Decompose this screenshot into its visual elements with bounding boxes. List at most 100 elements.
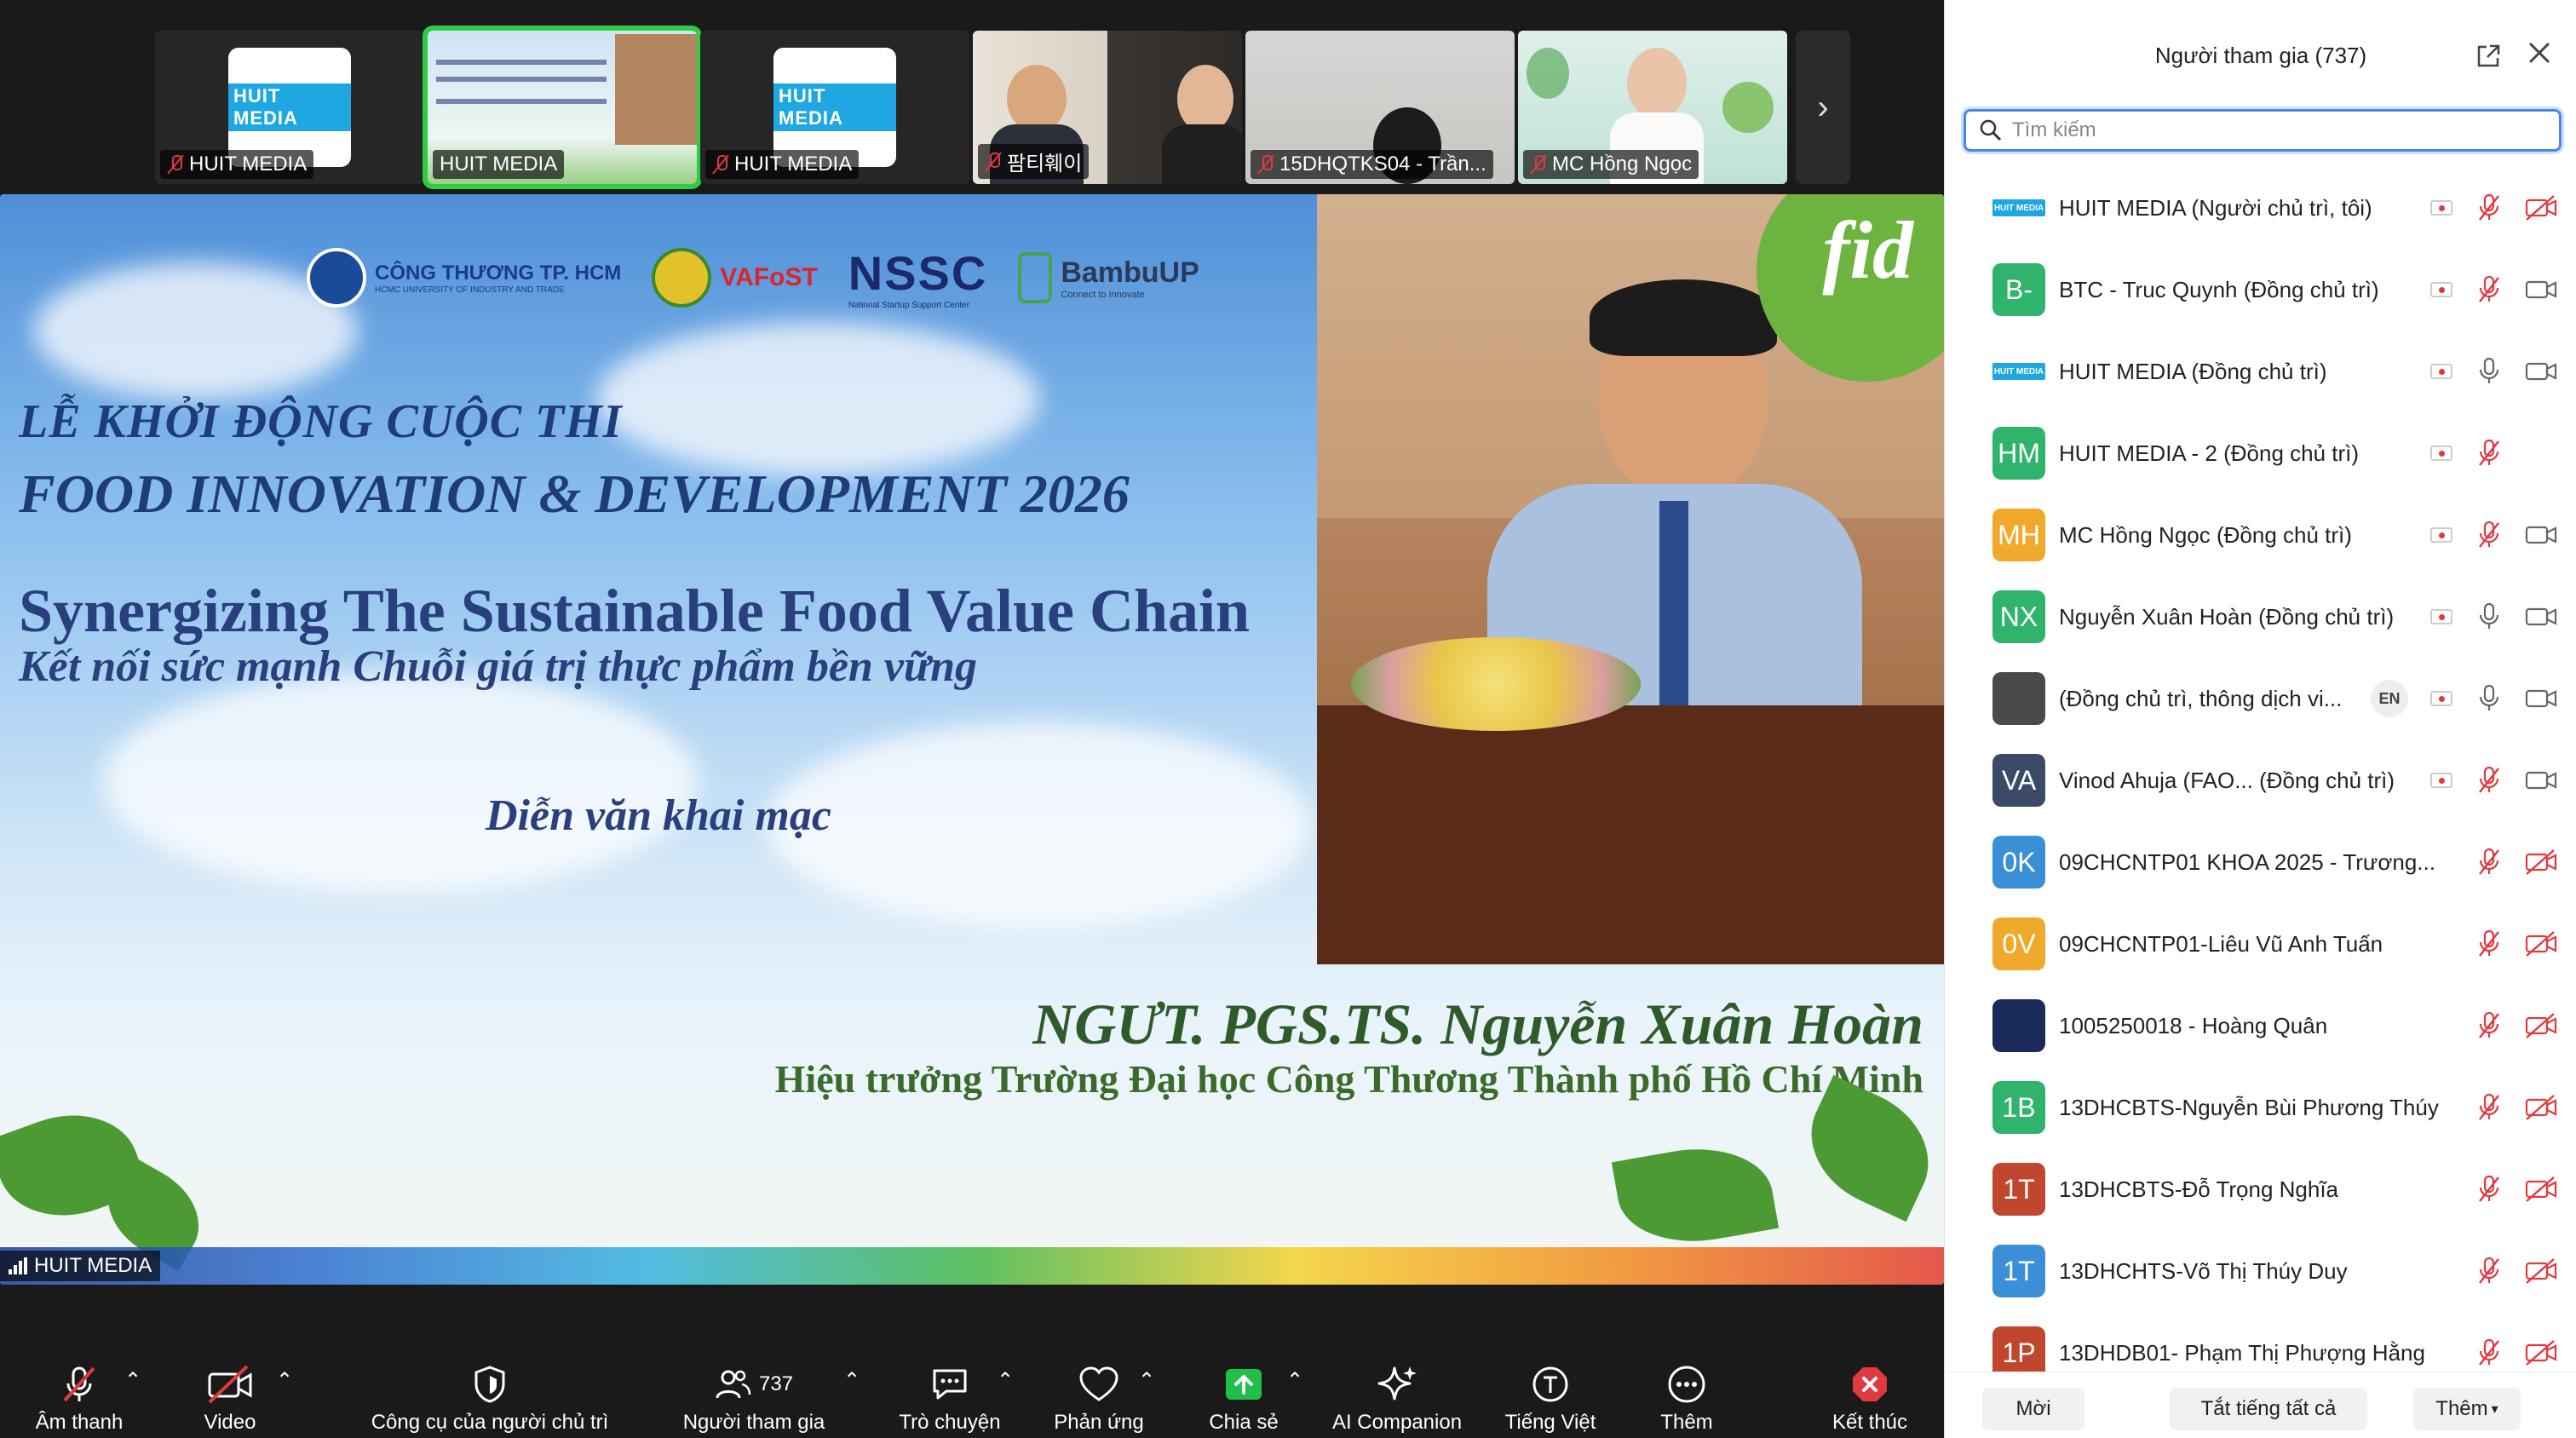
video-tile[interactable]: HUIT MEDIA HUIT MEDIA [700, 31, 969, 184]
participant-row[interactable]: HUIT MEDIA HUIT MEDIA (Người chủ trì, tôi… [1945, 167, 2576, 249]
invite-button[interactable]: Mời [1982, 1388, 2084, 1430]
microphone-muted-icon [63, 1366, 95, 1402]
camera-off-icon[interactable] [2524, 1174, 2558, 1205]
camera-icon[interactable] [2524, 356, 2558, 387]
recording-icon [2430, 200, 2452, 216]
logo-text: HUIT MEDIA [773, 83, 896, 131]
camera-icon[interactable] [2524, 765, 2558, 796]
participant-row[interactable]: 1P 13DHDB01- Phạm Thị Phượng Hằng [1945, 1312, 2576, 1377]
avatar: B- [1992, 263, 2045, 316]
host-tools-button[interactable]: Công cụ của người chủ trì [358, 1358, 622, 1438]
signal-strength-icon [9, 1257, 27, 1274]
video-tile-active[interactable]: HUIT MEDIA [423, 26, 702, 189]
mic-muted-icon[interactable] [2476, 1174, 2502, 1205]
camera-off-icon[interactable] [2524, 847, 2558, 877]
ai-companion-button[interactable]: AI Companion [1329, 1358, 1465, 1438]
mic-muted-icon [712, 154, 729, 175]
mic-muted-icon[interactable] [2476, 1256, 2502, 1286]
pop-out-icon[interactable] [2475, 43, 2502, 77]
camera-icon[interactable] [2524, 520, 2558, 550]
slide-title-line-3: Synergizing The Sustainable Food Value C… [19, 577, 1251, 645]
close-icon[interactable] [2524, 37, 2555, 76]
participant-row[interactable]: 0V 09CHCNTP01-Liêu Vũ Anh Tuấn [1945, 903, 2576, 985]
chat-options-caret-icon[interactable]: ⌃ [997, 1368, 1014, 1393]
mic-muted-icon[interactable] [2476, 1337, 2502, 1368]
participant-row[interactable]: HUIT MEDIA HUIT MEDIA (Đồng chủ trì) [1945, 331, 2576, 412]
audio-button[interactable]: Âm thanh [24, 1358, 135, 1438]
mic-muted-icon[interactable] [2476, 765, 2502, 796]
participant-row[interactable]: NX Nguyễn Xuân Hoàn (Đồng chủ trì) [1945, 576, 2576, 658]
audio-options-caret-icon[interactable]: ⌃ [124, 1368, 141, 1393]
mic-muted-icon[interactable] [2476, 193, 2502, 223]
mic-muted-icon[interactable] [2476, 274, 2502, 305]
flower-arrangement [1351, 637, 1641, 731]
slide-subtitle: Diễn văn khai mạc [486, 791, 831, 840]
chat-button[interactable]: Trò chuyện [894, 1358, 1005, 1438]
chevron-down-icon: ▾ [2491, 1402, 2498, 1417]
video-tile[interactable]: 15DHQTKS04 - Trần... [1245, 31, 1515, 184]
video-tile-name: HUIT MEDIA [734, 152, 853, 175]
avatar: 0V [1992, 917, 2045, 970]
mic-muted-icon[interactable] [2476, 847, 2502, 877]
search-field[interactable] [1964, 109, 2562, 152]
camera-off-icon[interactable] [2524, 1337, 2558, 1368]
participant-row[interactable]: 1T 13DHCHTS-Võ Thị Thúy Duy [1945, 1230, 2576, 1312]
camera-off-icon[interactable] [2524, 193, 2558, 223]
language-button[interactable]: Tiếng Việt [1499, 1358, 1601, 1438]
avatar: 0K [1992, 836, 2045, 889]
participant-name: Nguyễn Xuân Hoàn (Đồng chủ trì) [2059, 603, 2395, 630]
recording-icon [2430, 609, 2452, 624]
participant-row[interactable]: VA Vinod Ahuja (FAO... (Đồng chủ trì) [1945, 739, 2576, 821]
next-page-button[interactable]: › [1796, 31, 1850, 184]
video-tile[interactable]: MC Hồng Ngọc [1518, 31, 1787, 184]
participants-options-caret-icon[interactable]: ⌃ [843, 1368, 860, 1393]
camera-icon[interactable] [2524, 683, 2558, 714]
avatar: VA [1992, 754, 2045, 807]
participant-name: 09CHCNTP01 KHOA 2025 - Trương... [2059, 848, 2435, 875]
avatar: HM [1992, 427, 2045, 480]
mic-muted-icon[interactable] [2476, 929, 2502, 959]
camera-icon[interactable] [2524, 601, 2558, 632]
more-options-button[interactable]: Thêm ▾ [2413, 1388, 2521, 1430]
mic-muted-icon[interactable] [2476, 438, 2502, 469]
participants-button[interactable]: 737 Người tham gia [673, 1358, 835, 1438]
participant-row[interactable]: 1T 13DHCBTS-Đỗ Trọng Nghĩa [1945, 1148, 2576, 1230]
video-tile[interactable]: 팜티훼이 [973, 31, 1242, 184]
mute-all-button[interactable]: Tắt tiếng tất cả [2170, 1388, 2367, 1430]
share-button[interactable]: Chia sẻ [1201, 1358, 1286, 1438]
slide-title-line-4: Kết nối sức mạnh Chuỗi giá trị thực phẩm… [19, 642, 978, 691]
reactions-options-caret-icon[interactable]: ⌃ [1138, 1368, 1155, 1393]
participant-row[interactable]: MH MC Hồng Ngọc (Đồng chủ trì) [1945, 494, 2576, 576]
mic-icon[interactable] [2476, 601, 2502, 632]
recording-icon [2430, 282, 2452, 297]
avatar [1992, 672, 2045, 725]
more-button[interactable]: Thêm [1644, 1358, 1729, 1438]
video-options-caret-icon[interactable]: ⌃ [276, 1368, 293, 1393]
university-seal-icon [307, 248, 366, 308]
mic-muted-icon[interactable] [2476, 520, 2502, 550]
participant-row[interactable]: HM HUIT MEDIA - 2 (Đồng chủ trì) [1945, 412, 2576, 494]
mic-muted-icon[interactable] [2476, 1010, 2502, 1041]
end-meeting-button[interactable]: Kết thúc [1823, 1358, 1917, 1438]
huit-media-logo: HUIT MEDIA [228, 48, 351, 167]
camera-off-icon[interactable] [2524, 1092, 2558, 1123]
video-tile[interactable]: HUIT MEDIA HUIT MEDIA [155, 31, 424, 184]
participant-row[interactable]: 0K 09CHCNTP01 KHOA 2025 - Trương... [1945, 821, 2576, 903]
camera-off-icon[interactable] [2524, 1256, 2558, 1286]
huit-media-logo: HUIT MEDIA [773, 48, 896, 167]
vafost-seal-icon [652, 248, 712, 308]
mic-icon[interactable] [2476, 356, 2502, 387]
mic-icon[interactable] [2476, 683, 2502, 714]
search-input[interactable] [2012, 118, 2523, 142]
participant-row[interactable]: 1B 13DHCBTS-Nguyễn Bùi Phương Thúy [1945, 1067, 2576, 1148]
mic-muted-icon[interactable] [2476, 1092, 2502, 1123]
video-button[interactable]: Video [179, 1358, 281, 1438]
participant-row[interactable]: EN (Đồng chủ trì, thông dịch vi... [1945, 658, 2576, 739]
meeting-toolbar: Âm thanh ⌃ Video ⌃ Công cụ của người chủ… [0, 1358, 1944, 1438]
share-options-caret-icon[interactable]: ⌃ [1286, 1368, 1303, 1393]
participant-row[interactable]: 1005250018 - Hoàng Quân [1945, 985, 2576, 1067]
camera-icon[interactable] [2524, 274, 2558, 305]
participant-row[interactable]: B- BTC - Truc Quynh (Đồng chủ trì) [1945, 249, 2576, 331]
camera-off-icon[interactable] [2524, 929, 2558, 959]
camera-off-icon[interactable] [2524, 1010, 2558, 1041]
